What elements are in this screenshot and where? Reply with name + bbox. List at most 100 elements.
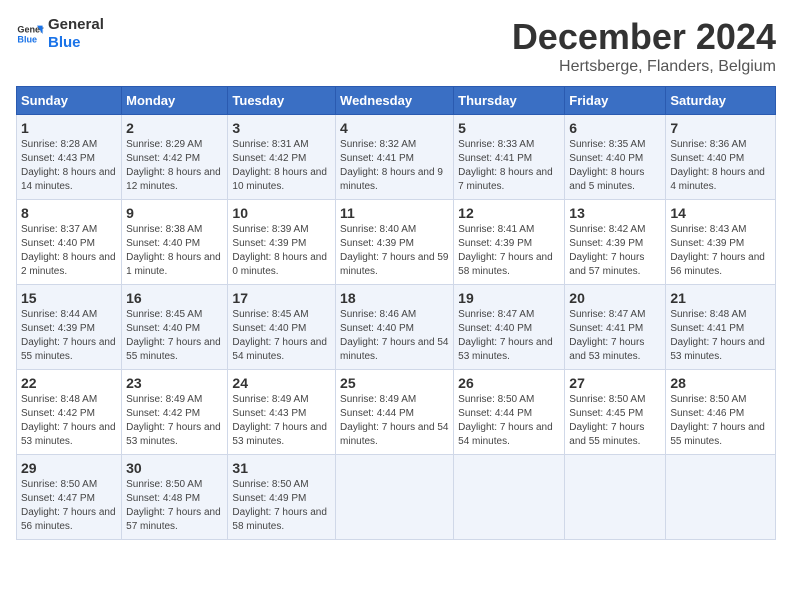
week-row: 1 Sunrise: 8:28 AMSunset: 4:43 PMDaylight… [17,115,776,200]
calendar-header: SundayMondayTuesdayWednesdayThursdayFrid… [17,87,776,115]
day-number: 2 [126,120,223,136]
day-number: 14 [670,205,771,221]
cell-info: Sunrise: 8:36 AMSunset: 4:40 PMDaylight:… [670,138,771,194]
cell-info: Sunrise: 8:50 AMSunset: 4:46 PMDaylight:… [670,393,771,449]
cell-info: Sunrise: 8:50 AMSunset: 4:44 PMDaylight:… [458,393,560,449]
cell-info: Sunrise: 8:49 AMSunset: 4:43 PMDaylight:… [232,393,331,449]
header-monday: Monday [122,87,228,115]
calendar-cell [336,455,454,540]
page-title: December 2024 [512,16,776,58]
calendar-cell: 23 Sunrise: 8:49 AMSunset: 4:42 PMDayligh… [122,370,228,455]
week-row: 15Sunrise: 8:44 AMSunset: 4:39 PMDayligh… [17,285,776,370]
day-number: 13 [569,205,661,221]
day-number: 9 [126,205,223,221]
calendar-cell: 25 Sunrise: 8:49 AMSunset: 4:44 PMDayligh… [336,370,454,455]
calendar-cell: 31Sunrise: 8:50 AMSunset: 4:49 PMDayligh… [228,455,336,540]
calendar-cell: 3 Sunrise: 8:31 AMSunset: 4:42 PMDaylight… [228,115,336,200]
day-number: 11 [340,205,449,221]
cell-info: Sunrise: 8:46 AMSunset: 4:40 PMDaylight:… [340,308,449,364]
day-number: 16 [126,290,223,306]
calendar-cell: 18 Sunrise: 8:46 AMSunset: 4:40 PMDayligh… [336,285,454,370]
cell-info: Sunrise: 8:47 AMSunset: 4:40 PMDaylight:… [458,308,560,364]
calendar-cell: 30Sunrise: 8:50 AMSunset: 4:48 PMDayligh… [122,455,228,540]
cell-info: Sunrise: 8:35 AMSunset: 4:40 PMDaylight:… [569,138,661,194]
cell-info: Sunrise: 8:44 AMSunset: 4:39 PMDaylight:… [21,308,117,364]
logo-icon: General Blue [16,20,44,48]
day-number: 10 [232,205,331,221]
cell-info: Sunrise: 8:50 AMSunset: 4:45 PMDaylight:… [569,393,661,449]
day-number: 4 [340,120,449,136]
day-number: 6 [569,120,661,136]
cell-info: Sunrise: 8:40 AMSunset: 4:39 PMDaylight:… [340,223,449,279]
cell-info: Sunrise: 8:28 AMSunset: 4:43 PMDaylight:… [21,138,117,194]
calendar-cell: 29 Sunrise: 8:50 AMSunset: 4:47 PMDayligh… [17,455,122,540]
day-number: 19 [458,290,560,306]
calendar-table: SundayMondayTuesdayWednesdayThursdayFrid… [16,86,776,540]
calendar-cell: 2Sunrise: 8:29 AMSunset: 4:42 PMDaylight… [122,115,228,200]
calendar-cell: 6 Sunrise: 8:35 AMSunset: 4:40 PMDaylight… [565,115,666,200]
cell-info: Sunrise: 8:38 AMSunset: 4:40 PMDaylight:… [126,223,223,279]
cell-info: Sunrise: 8:49 AMSunset: 4:44 PMDaylight:… [340,393,449,449]
calendar-cell: 26Sunrise: 8:50 AMSunset: 4:44 PMDayligh… [454,370,565,455]
calendar-cell: 27 Sunrise: 8:50 AMSunset: 4:45 PMDayligh… [565,370,666,455]
logo: General Blue General Blue [16,16,104,52]
week-row: 8 Sunrise: 8:37 AMSunset: 4:40 PMDaylight… [17,200,776,285]
title-area: December 2024 Hertsberge, Flanders, Belg… [512,16,776,76]
calendar-cell: 12 Sunrise: 8:41 AMSunset: 4:39 PMDayligh… [454,200,565,285]
day-number: 18 [340,290,449,306]
calendar-cell: 7 Sunrise: 8:36 AMSunset: 4:40 PMDaylight… [666,115,776,200]
header: General Blue General Blue December 2024 … [16,16,776,76]
cell-info: Sunrise: 8:50 AMSunset: 4:47 PMDaylight:… [21,478,117,534]
header-thursday: Thursday [454,87,565,115]
day-number: 12 [458,205,560,221]
header-wednesday: Wednesday [336,87,454,115]
day-number: 30 [126,460,223,476]
day-number: 27 [569,375,661,391]
day-number: 5 [458,120,560,136]
day-number: 3 [232,120,331,136]
calendar-cell: 17Sunrise: 8:45 AMSunset: 4:40 PMDayligh… [228,285,336,370]
header-tuesday: Tuesday [228,87,336,115]
cell-info: Sunrise: 8:43 AMSunset: 4:39 PMDaylight:… [670,223,771,279]
calendar-body: 1 Sunrise: 8:28 AMSunset: 4:43 PMDaylight… [17,115,776,540]
cell-info: Sunrise: 8:42 AMSunset: 4:39 PMDaylight:… [569,223,661,279]
cell-info: Sunrise: 8:32 AMSunset: 4:41 PMDaylight:… [340,138,449,194]
cell-info: Sunrise: 8:39 AMSunset: 4:39 PMDaylight:… [232,223,331,279]
calendar-cell: 11 Sunrise: 8:40 AMSunset: 4:39 PMDayligh… [336,200,454,285]
cell-info: Sunrise: 8:37 AMSunset: 4:40 PMDaylight:… [21,223,117,279]
calendar-cell: 1 Sunrise: 8:28 AMSunset: 4:43 PMDaylight… [17,115,122,200]
day-number: 29 [21,460,117,476]
calendar-cell: 15Sunrise: 8:44 AMSunset: 4:39 PMDayligh… [17,285,122,370]
cell-info: Sunrise: 8:48 AMSunset: 4:42 PMDaylight:… [21,393,117,449]
calendar-cell: 13 Sunrise: 8:42 AMSunset: 4:39 PMDayligh… [565,200,666,285]
cell-info: Sunrise: 8:31 AMSunset: 4:42 PMDaylight:… [232,138,331,194]
day-number: 25 [340,375,449,391]
day-number: 8 [21,205,117,221]
cell-info: Sunrise: 8:41 AMSunset: 4:39 PMDaylight:… [458,223,560,279]
calendar-cell: 22Sunrise: 8:48 AMSunset: 4:42 PMDayligh… [17,370,122,455]
cell-info: Sunrise: 8:45 AMSunset: 4:40 PMDaylight:… [126,308,223,364]
svg-text:Blue: Blue [17,34,37,44]
page-subtitle: Hertsberge, Flanders, Belgium [512,58,776,76]
day-number: 20 [569,290,661,306]
calendar-cell: 28 Sunrise: 8:50 AMSunset: 4:46 PMDayligh… [666,370,776,455]
day-number: 1 [21,120,117,136]
calendar-cell: 9 Sunrise: 8:38 AMSunset: 4:40 PMDaylight… [122,200,228,285]
cell-info: Sunrise: 8:47 AMSunset: 4:41 PMDaylight:… [569,308,661,364]
week-row: 29 Sunrise: 8:50 AMSunset: 4:47 PMDayligh… [17,455,776,540]
calendar-cell [666,455,776,540]
cell-info: Sunrise: 8:49 AMSunset: 4:42 PMDaylight:… [126,393,223,449]
logo-text-general: General [48,16,104,34]
calendar-cell: 19 Sunrise: 8:47 AMSunset: 4:40 PMDayligh… [454,285,565,370]
day-number: 21 [670,290,771,306]
day-number: 23 [126,375,223,391]
calendar-cell: 14 Sunrise: 8:43 AMSunset: 4:39 PMDayligh… [666,200,776,285]
day-number: 28 [670,375,771,391]
header-sunday: Sunday [17,87,122,115]
cell-info: Sunrise: 8:33 AMSunset: 4:41 PMDaylight:… [458,138,560,194]
calendar-cell: 5 Sunrise: 8:33 AMSunset: 4:41 PMDaylight… [454,115,565,200]
day-number: 17 [232,290,331,306]
day-number: 7 [670,120,771,136]
calendar-cell: 4 Sunrise: 8:32 AMSunset: 4:41 PMDaylight… [336,115,454,200]
header-friday: Friday [565,87,666,115]
